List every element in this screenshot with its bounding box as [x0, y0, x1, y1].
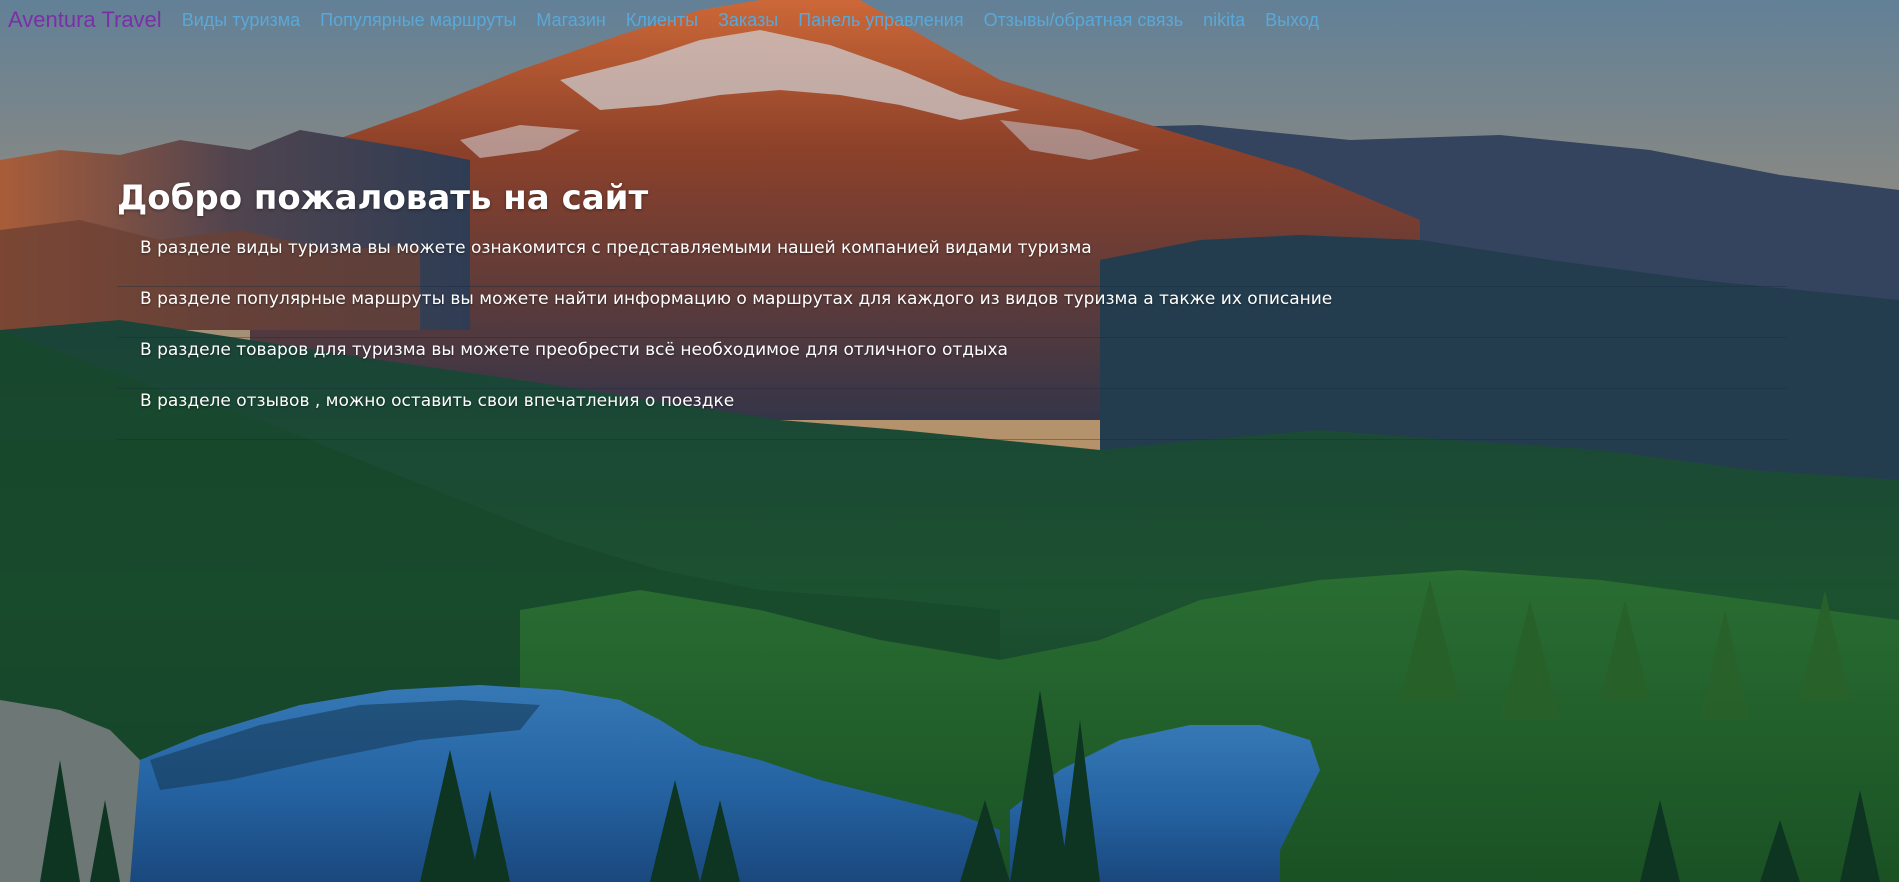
- info-item-shop: В разделе товаров для туризма вы можете …: [117, 338, 1787, 389]
- nav-link-tourism-types[interactable]: Виды туризма: [182, 10, 300, 31]
- welcome-section: Добро пожаловать на сайт В разделе виды …: [117, 178, 1787, 440]
- info-item-popular-routes: В разделе популярные маршруты вы можете …: [117, 287, 1787, 338]
- top-navbar: Aventura Travel Виды туризма Популярные …: [0, 0, 1899, 40]
- info-item-tourism-types: В разделе виды туризма вы можете ознаком…: [117, 236, 1787, 287]
- nav-links: Виды туризма Популярные маршруты Магазин…: [182, 10, 1339, 31]
- nav-link-user-profile[interactable]: nikita: [1203, 10, 1245, 31]
- nav-link-popular-routes[interactable]: Популярные маршруты: [320, 10, 516, 31]
- page-title: Добро пожаловать на сайт: [117, 178, 649, 218]
- background-landscape-image: [0, 0, 1899, 882]
- brand-logo-link[interactable]: Aventura Travel: [8, 7, 162, 33]
- info-item-reviews: В разделе отзывов , можно оставить свои …: [117, 389, 1787, 440]
- info-list: В разделе виды туризма вы можете ознаком…: [117, 236, 1787, 440]
- nav-link-clients[interactable]: Клиенты: [626, 10, 698, 31]
- nav-link-logout[interactable]: Выход: [1265, 10, 1319, 31]
- nav-link-shop[interactable]: Магазин: [536, 10, 605, 31]
- nav-link-reviews-feedback[interactable]: Отзывы/обратная связь: [984, 10, 1184, 31]
- nav-link-orders[interactable]: Заказы: [718, 10, 778, 31]
- nav-link-control-panel[interactable]: Панель управления: [798, 10, 963, 31]
